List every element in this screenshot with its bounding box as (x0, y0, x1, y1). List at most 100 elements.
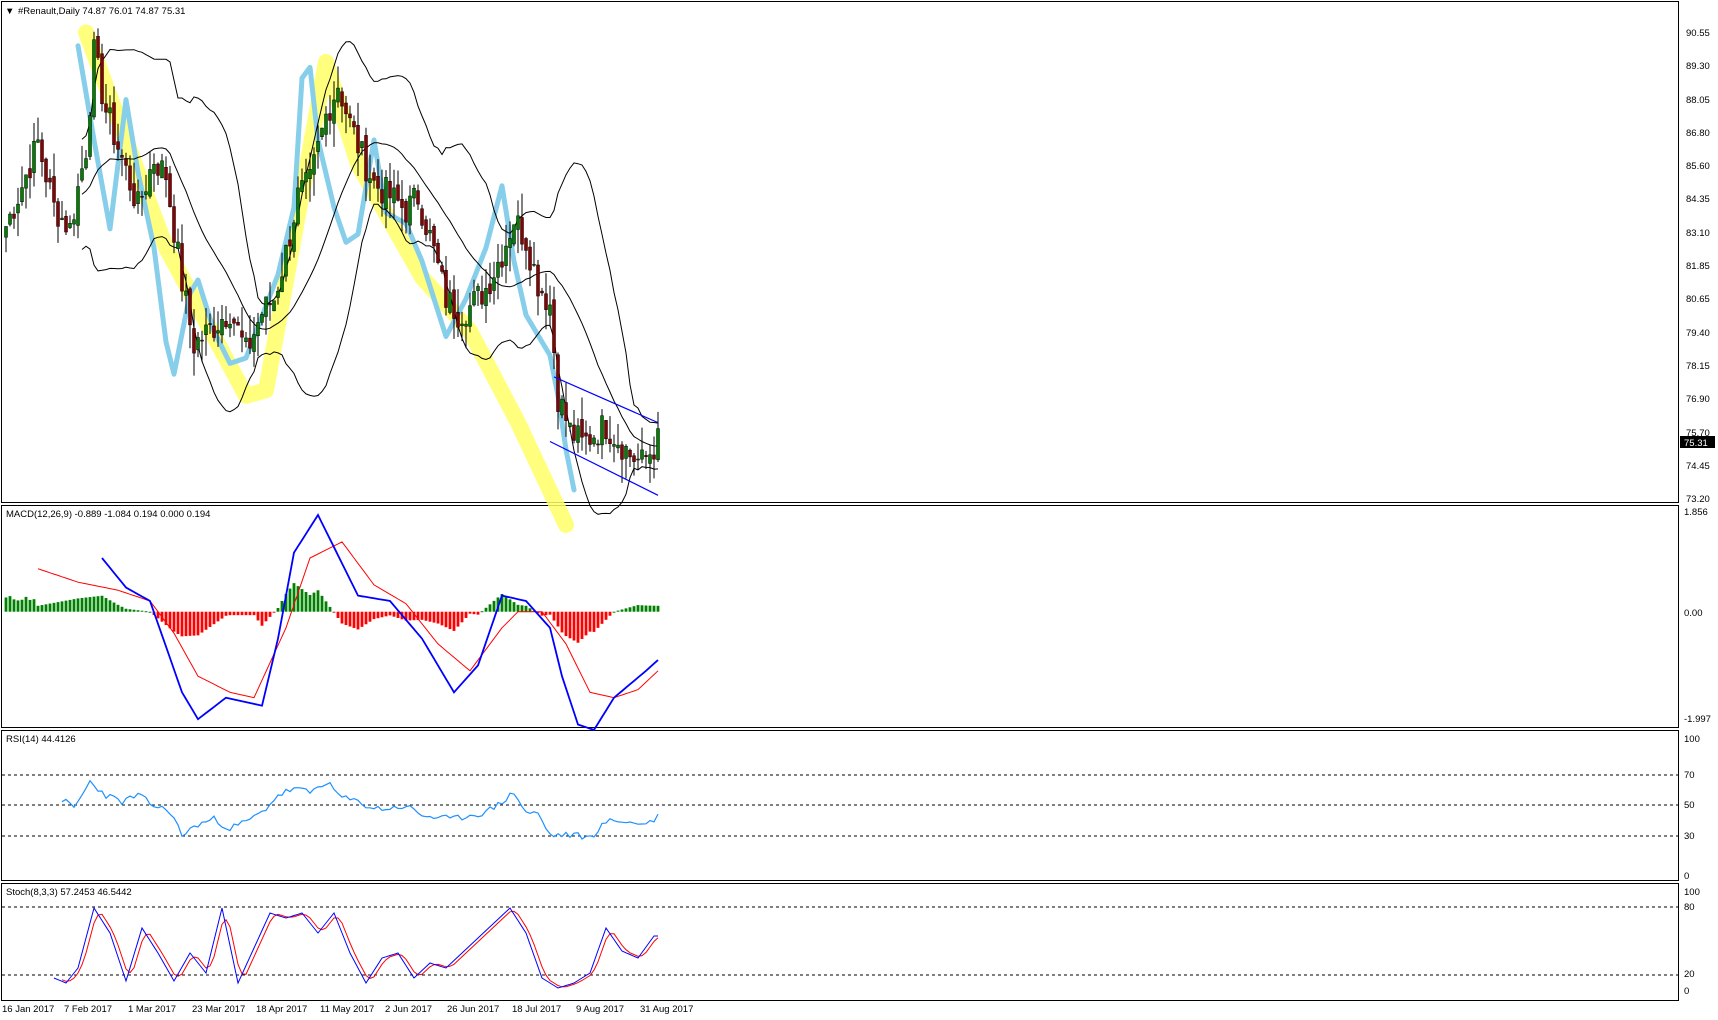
bull-candle-body (144, 191, 148, 195)
histogram-bar-negative (372, 611, 376, 620)
x-tick-label: 18 Jul 2017 (512, 1004, 561, 1015)
candle (312, 147, 316, 196)
candle (492, 261, 496, 305)
histogram-bar-positive (96, 596, 100, 612)
bear-candle-body (248, 337, 252, 349)
bear-candle-body (536, 264, 540, 297)
histogram-bar-negative (380, 611, 384, 618)
bull-candle-body (320, 127, 324, 137)
bear-candle-body (620, 444, 624, 460)
stoch-y-axis: 100 80 20 0 (1684, 887, 1700, 997)
histogram-bar-negative (388, 611, 392, 616)
histogram-bar-positive (624, 608, 628, 612)
candle (160, 153, 164, 179)
histogram-bar-negative (228, 611, 232, 616)
bear-candle-body (40, 139, 44, 162)
bear-candle-body (456, 312, 460, 328)
candle (496, 243, 500, 300)
x-tick-label: 11 May 2017 (320, 1004, 374, 1015)
candle (588, 426, 592, 452)
bull-candle-body (324, 113, 328, 135)
y-tick-label: 73.20 (1686, 494, 1710, 505)
bull-candle-body (80, 168, 84, 181)
histogram-bar-negative (180, 611, 184, 637)
histogram-bar-positive (288, 588, 292, 612)
histogram-bar-positive (44, 604, 48, 612)
candle (232, 316, 236, 336)
candle (224, 306, 228, 330)
bear-candle-body (328, 113, 332, 121)
candle (52, 153, 56, 217)
histogram-bar-positive (640, 605, 644, 612)
bull-candle-body (448, 292, 452, 313)
bull-candle-body (576, 425, 580, 443)
bull-candle-body (276, 290, 280, 298)
candle (156, 162, 160, 186)
candle (648, 444, 652, 483)
candle (88, 112, 92, 161)
candle (536, 259, 540, 316)
bear-candle-body (540, 290, 544, 294)
candle (396, 170, 400, 202)
y-tick-label: 50 (1684, 800, 1695, 811)
histogram-bar-positive (484, 607, 488, 612)
macd-panel-frame (1, 505, 1679, 728)
histogram-bar-positive (276, 608, 280, 612)
candle (92, 31, 96, 120)
histogram-bar-negative (460, 611, 464, 623)
stoch-title: Stoch(8,3,3) 57.2453 46.5442 (6, 887, 132, 898)
histogram-bar-negative (432, 611, 436, 623)
bull-candle-body (412, 187, 416, 199)
histogram-bar-negative (472, 611, 476, 615)
bull-candle-body (148, 169, 152, 197)
bull-candle-body (60, 217, 64, 221)
histogram-bar-positive (36, 605, 40, 612)
bull-candle-body (72, 219, 76, 225)
x-tick-label: 18 Apr 2017 (256, 1004, 307, 1015)
histogram-bar-negative (172, 611, 176, 632)
macd-y-axis: 1.856 0.00 -1.997 (1684, 507, 1711, 725)
bull-candle-body (468, 305, 472, 327)
histogram-bar-negative (456, 611, 460, 627)
histogram-bar-negative (564, 611, 568, 637)
histogram-bar-positive (480, 611, 484, 613)
bear-candle-body (580, 419, 584, 438)
candle (644, 450, 648, 470)
candle (168, 165, 172, 208)
bull-candle-body (176, 241, 180, 249)
candle (28, 144, 32, 199)
candle (448, 280, 452, 315)
bull-candle-body (296, 187, 300, 225)
histogram-bar-negative (244, 611, 248, 616)
histogram-bar-negative (204, 611, 208, 630)
histogram-bar-positive (108, 600, 112, 612)
bull-candle-body (640, 449, 644, 460)
histogram-bar-positive (88, 597, 92, 612)
candle (612, 434, 616, 463)
histogram-bar-positive (24, 596, 28, 612)
candle (100, 43, 104, 112)
bull-candle-body (508, 238, 512, 248)
bear-candle-body (488, 283, 492, 295)
candle (572, 409, 576, 444)
histogram-bar-negative (360, 611, 364, 627)
histogram-bar-negative (332, 611, 336, 613)
histogram-bar-positive (324, 601, 328, 612)
y-tick-label: 0.00 (1684, 608, 1703, 619)
y-tick-label: 90.55 (1686, 28, 1710, 39)
bear-candle-body (528, 246, 532, 271)
candle (20, 166, 24, 206)
histogram-bar-positive (504, 596, 508, 612)
bear-candle-body (236, 322, 240, 326)
candle (8, 211, 12, 227)
bull-candle-body (220, 319, 224, 336)
bear-candle-body (500, 261, 504, 268)
bear-candle-body (564, 402, 568, 421)
bull-candle-body (560, 398, 564, 416)
candle (12, 206, 16, 229)
rsi-line-path (61, 779, 659, 840)
bear-candle-body (200, 339, 204, 342)
candle (240, 307, 244, 353)
histogram-bar-negative (604, 611, 608, 620)
main-title-arrow[interactable]: ▼ (5, 6, 14, 17)
